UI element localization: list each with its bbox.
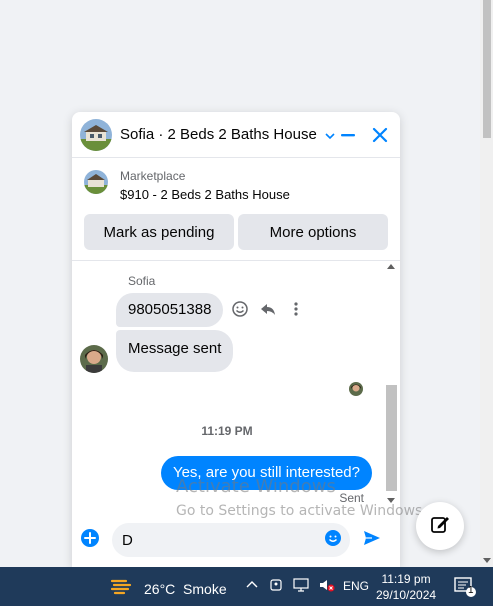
meet-now-icon[interactable]	[269, 578, 283, 595]
thread-scrollbar[interactable]	[385, 258, 397, 513]
chat-title[interactable]: Sofia · 2 Beds 2 Baths House	[120, 126, 317, 143]
weather-widget[interactable]: 26°C Smoke	[110, 576, 227, 601]
marketplace-info: Marketplace $910 - 2 Beds 2 Baths House	[72, 158, 400, 204]
scroll-down-arrow-icon[interactable]	[483, 558, 491, 563]
close-icon[interactable]	[370, 125, 390, 145]
network-icon[interactable]	[293, 578, 309, 595]
new-message-button[interactable]	[416, 502, 464, 550]
weather-text: 26°C Smoke	[144, 580, 227, 597]
sender-name: Sofia	[128, 274, 156, 288]
read-receipt-avatar	[349, 382, 363, 396]
message-status: Sent	[339, 491, 364, 505]
listing-small-thumbnail[interactable]	[84, 170, 108, 194]
message-bubble-incoming[interactable]: 9805051388	[116, 293, 224, 327]
message-input[interactable]	[122, 531, 324, 549]
chat-window: Sofia · 2 Beds 2 Baths House Marketplace…	[72, 112, 400, 567]
page-scrollbar[interactable]	[480, 0, 493, 567]
clock-date: 29/10/2024	[376, 588, 437, 602]
add-attachment-icon[interactable]	[80, 528, 100, 553]
message-actions	[231, 300, 305, 323]
minimize-icon[interactable]	[338, 125, 358, 145]
listing-title[interactable]: $910 - 2 Beds 2 Baths House	[120, 186, 290, 204]
chevron-up-icon[interactable]	[245, 578, 259, 595]
listing-thumbnail[interactable]	[80, 118, 112, 151]
notifications-button[interactable]: 1	[453, 576, 477, 601]
react-emoji-icon[interactable]	[231, 300, 249, 323]
compose-edit-icon	[430, 514, 450, 539]
message-input-wrapper	[112, 523, 350, 557]
notification-count-badge: 1	[468, 585, 474, 596]
language-indicator[interactable]: ENG	[343, 579, 369, 593]
composer	[72, 513, 400, 567]
more-vertical-icon[interactable]	[287, 300, 305, 323]
scroll-down-arrow-icon[interactable]	[387, 498, 395, 503]
clock-time: 11:19 pm	[381, 572, 431, 586]
mark-as-pending-button[interactable]: Mark as pending	[84, 214, 234, 250]
emoji-icon[interactable]	[324, 529, 342, 552]
chevron-down-icon[interactable]	[324, 129, 336, 141]
volume-muted-icon[interactable]	[319, 578, 335, 595]
avatar[interactable]	[80, 345, 108, 373]
message-bubble-outgoing[interactable]: Yes, are you still interested?	[160, 456, 372, 490]
message-timestamp: 11:19 PM	[201, 424, 253, 438]
send-icon[interactable]	[362, 528, 382, 553]
message-bubble-incoming[interactable]: Message sent	[116, 330, 234, 372]
marketplace-label: Marketplace	[120, 169, 186, 183]
page-scroll-thumb[interactable]	[483, 0, 491, 138]
system-tray	[245, 578, 335, 595]
more-options-button[interactable]: More options	[238, 214, 388, 250]
windows-taskbar: 26°C Smoke ENG 11:19 pm 29/10/2024 1	[0, 567, 493, 606]
clock[interactable]: 11:19 pm 29/10/2024	[376, 571, 436, 603]
reply-icon[interactable]	[259, 300, 277, 323]
smoke-weather-icon	[110, 576, 134, 601]
thread-scroll-thumb[interactable]	[386, 385, 397, 491]
chat-header: Sofia · 2 Beds 2 Baths House	[72, 112, 400, 158]
message-thread[interactable]: Sofia 9805051388 Message sent 11:19 PM Y…	[72, 258, 400, 513]
scroll-up-arrow-icon[interactable]	[387, 264, 395, 269]
